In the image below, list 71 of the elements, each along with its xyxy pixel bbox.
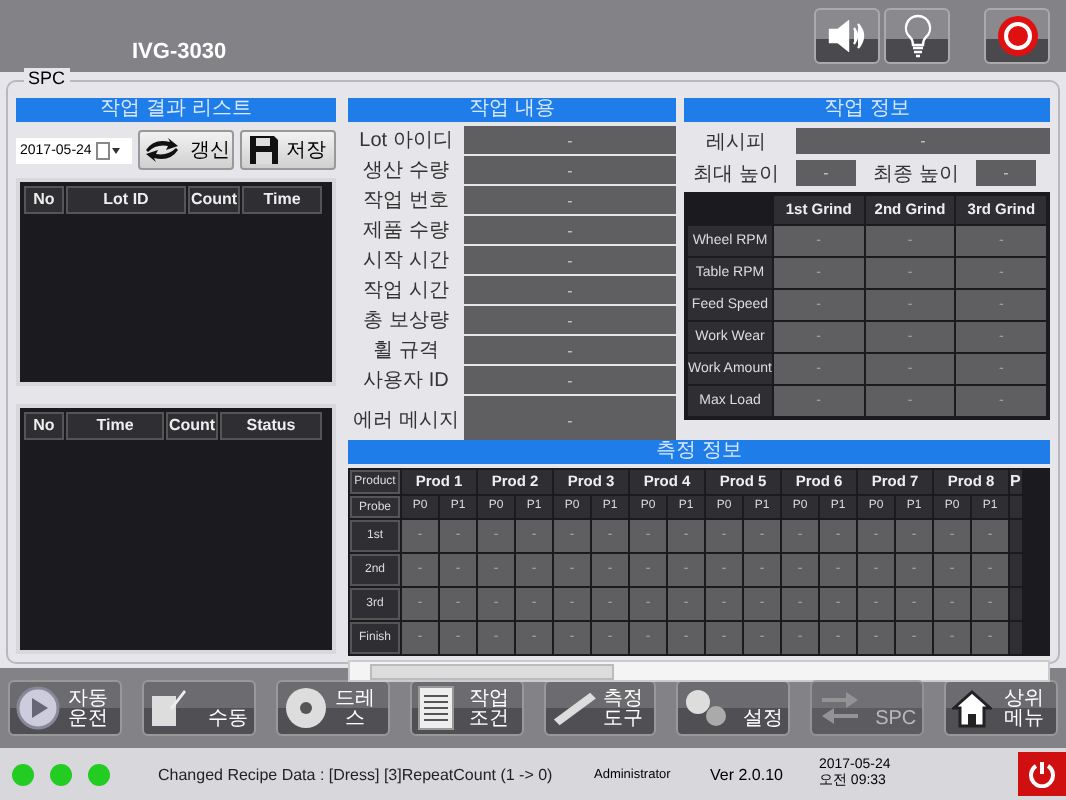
light-button[interactable] bbox=[884, 8, 950, 64]
column-header: Status bbox=[220, 412, 322, 440]
power-icon bbox=[1028, 760, 1056, 788]
version-label: Ver 2.0.10 bbox=[710, 765, 783, 783]
refresh-arrows-icon bbox=[142, 136, 182, 164]
field-label: 에러 메시지 bbox=[351, 408, 461, 434]
sound-button[interactable] bbox=[814, 8, 880, 64]
horizontal-scrollbar[interactable] bbox=[348, 660, 1050, 682]
nav-button[interactable]: 측정도구 bbox=[543, 680, 657, 736]
column-header: Count bbox=[188, 186, 240, 214]
house-icon bbox=[952, 688, 993, 728]
column-header: No bbox=[24, 412, 64, 440]
value-field: - bbox=[796, 160, 856, 186]
field-label: 작업 번호 bbox=[361, 188, 451, 214]
panel-title: 작업 내용 bbox=[348, 98, 676, 122]
panel-title: 작업 정보 bbox=[684, 98, 1050, 122]
field-label: 사용자 ID bbox=[361, 368, 451, 394]
value-field: - bbox=[976, 160, 1036, 186]
column-header: No bbox=[24, 186, 64, 214]
column-header: P bbox=[1010, 470, 1022, 494]
value-field: - bbox=[464, 396, 676, 444]
value-field: - bbox=[464, 366, 676, 394]
field-label: Lot 아이디 bbox=[357, 128, 455, 154]
nav-button[interactable]: 작업조건 bbox=[409, 680, 523, 736]
gears-icon bbox=[684, 688, 729, 728]
value-field: - bbox=[464, 306, 676, 334]
nav-button[interactable]: 상위 메뉴 bbox=[944, 680, 1058, 736]
value-field: - bbox=[796, 128, 1050, 154]
panel-title: 측정 정보 bbox=[348, 440, 1050, 464]
document-icon bbox=[417, 686, 454, 730]
value-field: - bbox=[464, 276, 676, 304]
value-field: - bbox=[464, 336, 676, 364]
field-label: 최종 높이 bbox=[871, 161, 961, 187]
nav-button[interactable]: 드레스 bbox=[275, 680, 390, 736]
field-label: 총 보상량 bbox=[361, 308, 451, 334]
power-button[interactable] bbox=[1018, 752, 1066, 796]
notepad-pencil-icon bbox=[149, 688, 186, 728]
field-label: 작업 시간 bbox=[361, 278, 451, 304]
status-message: Changed Recipe Data : [Dress] [3]RepeatCount (1 -> 0) bbox=[158, 765, 555, 783]
disc-icon bbox=[283, 686, 328, 730]
light-bulb-icon bbox=[903, 14, 931, 58]
stop-button[interactable] bbox=[984, 8, 1050, 64]
refresh-button[interactable]: 갱신 bbox=[138, 130, 234, 170]
nav-button[interactable]: 자동운전 bbox=[8, 680, 122, 736]
column-header: Lot ID bbox=[66, 186, 186, 214]
value-field: - bbox=[464, 126, 676, 154]
field-label: 레시피 bbox=[704, 129, 768, 155]
value-field: - bbox=[464, 246, 676, 274]
field-label: 최대 높이 bbox=[691, 161, 781, 187]
ruler-icon bbox=[551, 690, 597, 726]
column-header: Time bbox=[66, 412, 164, 440]
value-field: - bbox=[464, 216, 676, 244]
group-title: SPC bbox=[24, 68, 70, 88]
stop-icon bbox=[995, 14, 1039, 58]
nav-button[interactable]: 설정 bbox=[676, 680, 791, 736]
save-button[interactable]: 저장 bbox=[240, 130, 336, 170]
app-title: IVG-3030 bbox=[132, 40, 227, 64]
field-label: 휠 규격 bbox=[371, 338, 441, 364]
calendar-dropdown-icon bbox=[95, 141, 120, 159]
nav-button[interactable]: 수동 bbox=[141, 680, 256, 736]
play-icon bbox=[16, 686, 60, 730]
value-field: - bbox=[464, 186, 676, 214]
panel-title: 작업 결과 리스트 bbox=[16, 98, 336, 122]
field-label: 제품 수량 bbox=[361, 218, 451, 244]
field-label: 시작 시간 bbox=[361, 248, 451, 274]
swap-arrows-icon bbox=[818, 690, 863, 726]
column-header: Count bbox=[166, 412, 218, 440]
field-label: 생산 수량 bbox=[361, 158, 451, 184]
column-header: Time bbox=[242, 186, 322, 214]
value-field: - bbox=[464, 156, 676, 184]
speaker-icon bbox=[827, 20, 867, 52]
